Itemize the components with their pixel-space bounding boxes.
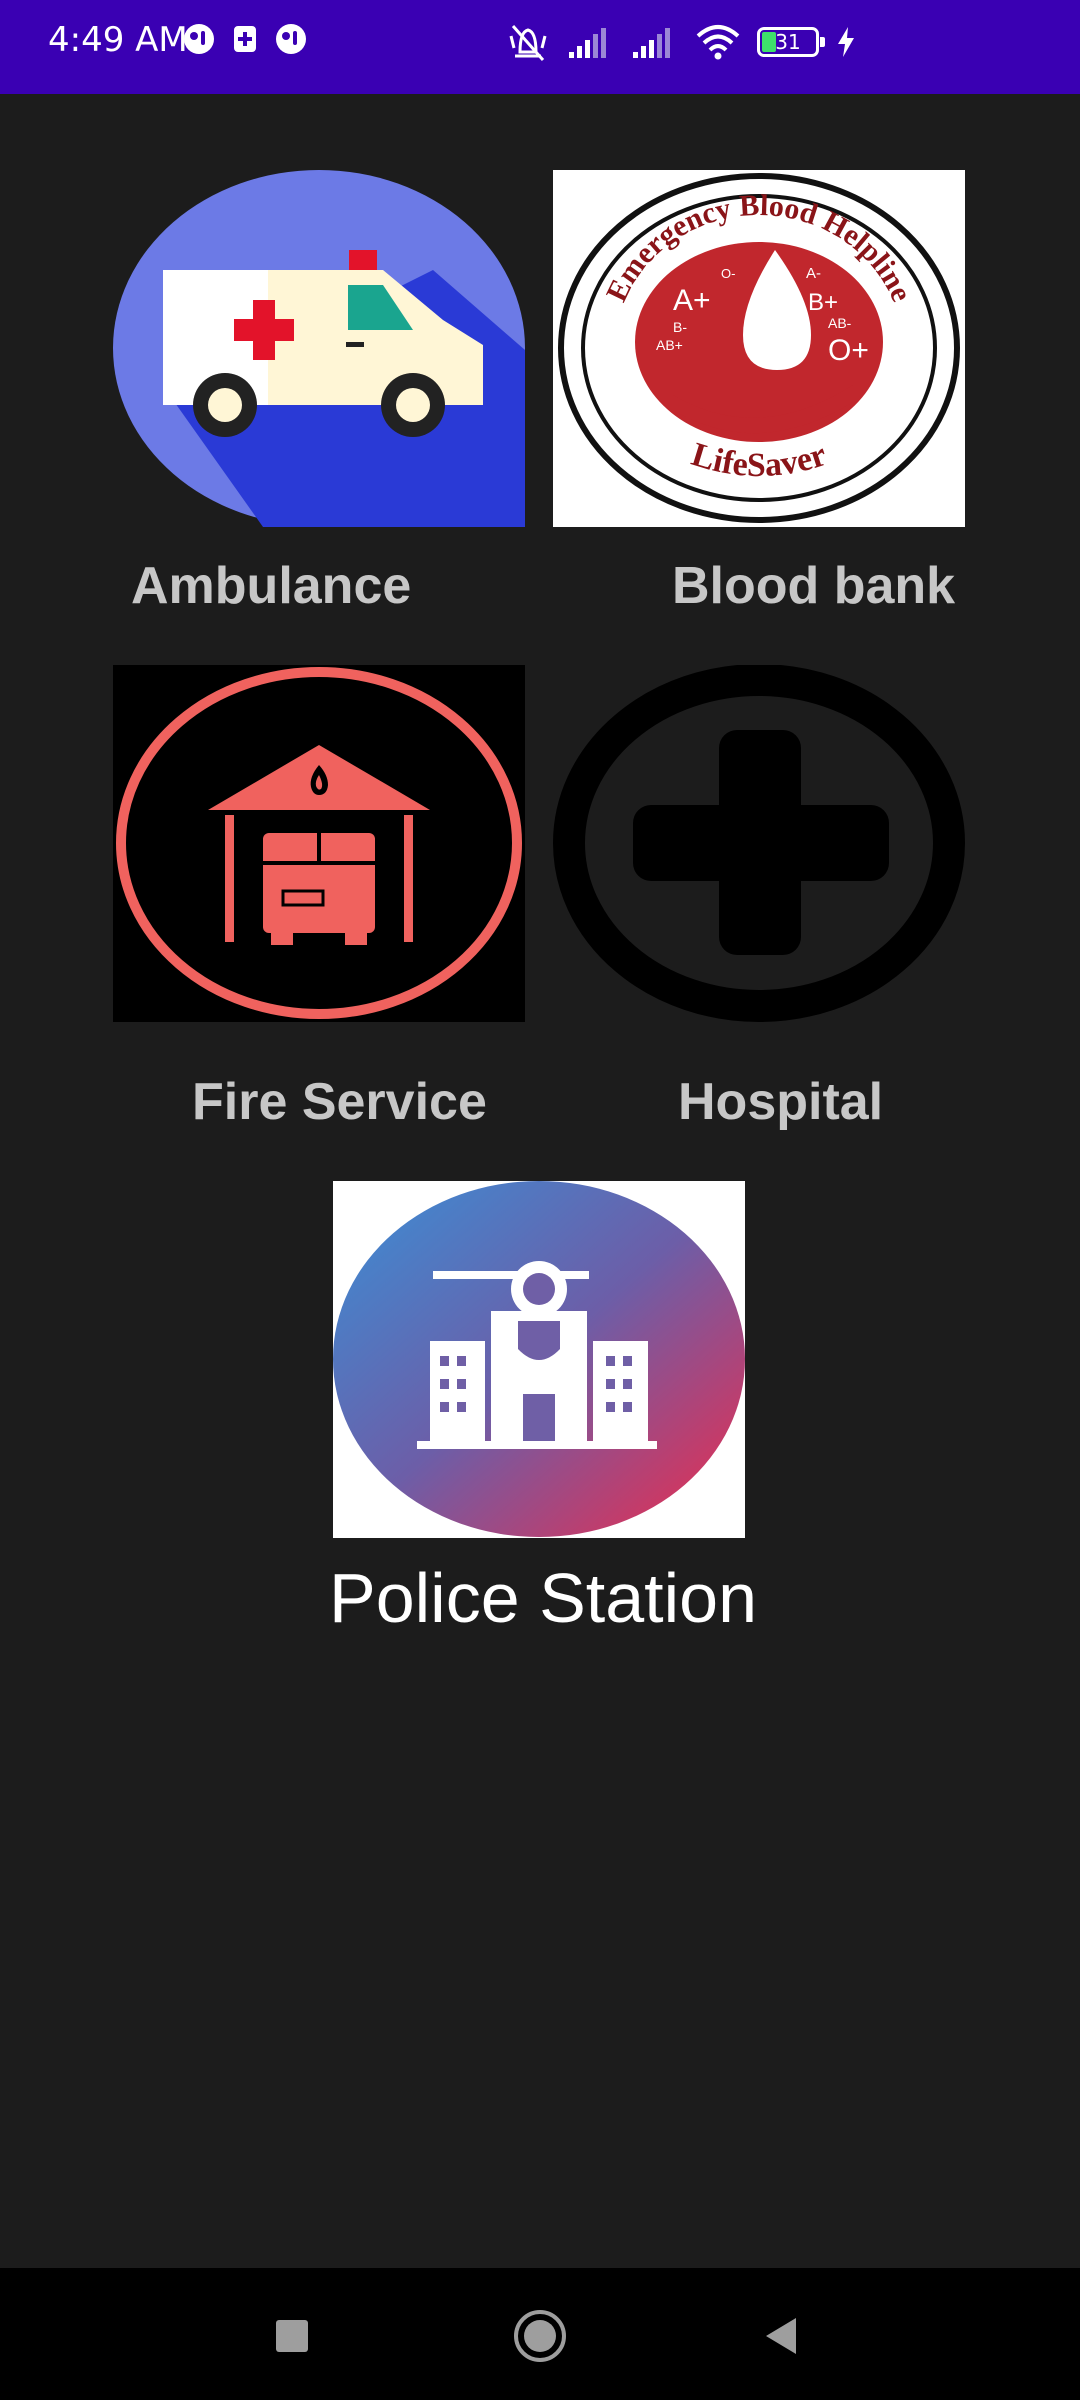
notification-icon <box>276 24 306 54</box>
wifi-icon <box>696 25 740 60</box>
sim-icon <box>234 26 256 52</box>
home-button[interactable] <box>512 2308 568 2364</box>
status-bar: 4:49 AM 31 <box>0 0 1080 94</box>
police-station-tile[interactable] <box>333 1181 745 1538</box>
signal-icon <box>633 28 670 58</box>
hospital-tile[interactable] <box>553 665 965 1022</box>
blood-bank-label[interactable]: Blood bank <box>672 556 955 616</box>
battery-icon: 31 <box>757 27 825 57</box>
mute-vibrate-icon <box>509 25 547 61</box>
hospital-cross-icon <box>553 665 965 1022</box>
ambulance-label[interactable]: Ambulance <box>131 556 411 616</box>
battery-level: 31 <box>775 30 801 54</box>
blood-group-o-plus: O+ <box>828 334 869 367</box>
fire-service-tile[interactable] <box>113 665 525 1022</box>
blood-group-a-plus: A+ <box>673 284 711 317</box>
recents-button[interactable] <box>272 2316 312 2356</box>
blood-bank-tile[interactable]: Emergency Blood Helpline LifeSaver A+ O-… <box>553 170 965 527</box>
fire-service-label[interactable]: Fire Service <box>192 1072 487 1132</box>
ambulance-tile[interactable] <box>113 170 525 527</box>
ambulance-icon <box>113 170 525 527</box>
blood-bank-logo: Emergency Blood Helpline LifeSaver A+ O-… <box>558 173 960 523</box>
police-station-icon <box>333 1181 745 1537</box>
blood-group-o-minus: O- <box>721 266 735 281</box>
fire-station-icon <box>116 667 522 1019</box>
blood-group-b-plus: B+ <box>808 289 838 316</box>
svg-text:LifeSaver: LifeSaver <box>687 436 831 484</box>
blood-group-ab-minus: AB- <box>828 315 852 331</box>
police-station-label[interactable]: Police Station <box>329 1558 757 1638</box>
back-button[interactable] <box>760 2314 804 2358</box>
hospital-label[interactable]: Hospital <box>678 1072 883 1132</box>
navigation-bar <box>0 2268 1080 2400</box>
status-time: 4:49 AM <box>48 20 188 60</box>
blood-group-ab-plus: AB+ <box>656 337 683 353</box>
blood-group-b-minus: B- <box>673 319 687 335</box>
blood-group-a-minus: A- <box>806 265 821 282</box>
notification-icon <box>184 24 214 54</box>
charging-icon <box>838 27 854 57</box>
signal-icon <box>569 28 606 58</box>
blood-logo-bottom-text: LifeSaver <box>687 436 831 484</box>
